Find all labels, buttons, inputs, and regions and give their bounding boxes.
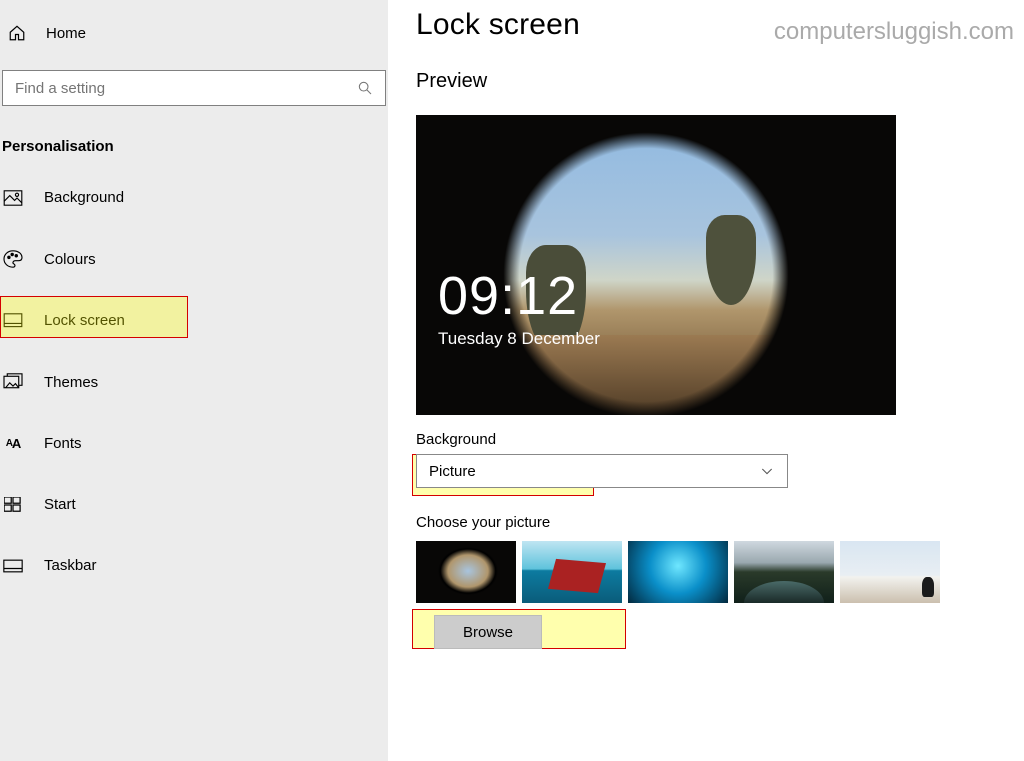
sidebar-item-label: Start — [44, 496, 76, 513]
picture-thumb[interactable] — [522, 541, 622, 603]
search-input-wrap[interactable] — [2, 70, 386, 106]
search-icon — [357, 80, 373, 96]
browse-button[interactable]: Browse — [434, 615, 542, 649]
sidebar-item-label: Themes — [44, 374, 98, 391]
settings-sidebar: Home Personalisation Background — [0, 0, 388, 761]
preview-time: 09:12 — [438, 265, 578, 327]
background-dropdown[interactable]: Picture — [416, 454, 788, 488]
sidebar-item-fonts[interactable]: AA Fonts — [2, 431, 388, 456]
palette-icon — [2, 250, 24, 268]
home-icon — [8, 24, 26, 42]
chevron-down-icon — [759, 463, 775, 479]
home-label: Home — [46, 25, 86, 42]
sidebar-item-label: Lock screen — [44, 312, 125, 329]
fonts-icon: AA — [2, 436, 24, 451]
sidebar-item-start[interactable]: Start — [2, 492, 388, 517]
themes-icon — [2, 373, 24, 391]
sidebar-item-label: Taskbar — [44, 557, 97, 574]
picture-icon — [2, 190, 24, 206]
sidebar-item-taskbar[interactable]: Taskbar — [2, 553, 388, 578]
watermark: computersluggish.com — [774, 18, 1014, 46]
preview-date: Tuesday 8 December — [438, 329, 600, 349]
section-title: Personalisation — [2, 138, 388, 155]
picture-thumb[interactable] — [416, 541, 516, 603]
lock-screen-icon — [2, 313, 24, 329]
browse-label: Browse — [463, 624, 513, 641]
dropdown-value: Picture — [429, 463, 759, 480]
home-row[interactable]: Home — [0, 18, 388, 48]
main-panel: computersluggish.com Lock screen Preview… — [388, 0, 1024, 761]
sidebar-item-label: Background — [44, 189, 124, 206]
sidebar-item-label: Fonts — [44, 435, 82, 452]
taskbar-icon — [2, 559, 24, 573]
sidebar-item-lock-screen[interactable]: Lock screen — [2, 308, 388, 333]
sidebar-item-label: Colours — [44, 251, 96, 268]
sidebar-item-background[interactable]: Background — [2, 185, 388, 210]
choose-picture-label: Choose your picture — [416, 514, 1006, 531]
sidebar-item-colours[interactable]: Colours — [2, 246, 388, 272]
picture-thumb[interactable] — [840, 541, 940, 603]
picture-thumb[interactable] — [628, 541, 728, 603]
sidebar-item-themes[interactable]: Themes — [2, 369, 388, 395]
lock-screen-preview: 09:12 Tuesday 8 December — [416, 115, 896, 415]
search-input[interactable] — [15, 80, 357, 97]
start-icon — [2, 497, 24, 513]
background-label: Background — [416, 431, 1006, 448]
nav-list: Background Colours Lock screen — [0, 185, 388, 578]
preview-heading: Preview — [416, 70, 1006, 93]
picture-thumb[interactable] — [734, 541, 834, 603]
picture-thumbnails — [416, 541, 1006, 603]
